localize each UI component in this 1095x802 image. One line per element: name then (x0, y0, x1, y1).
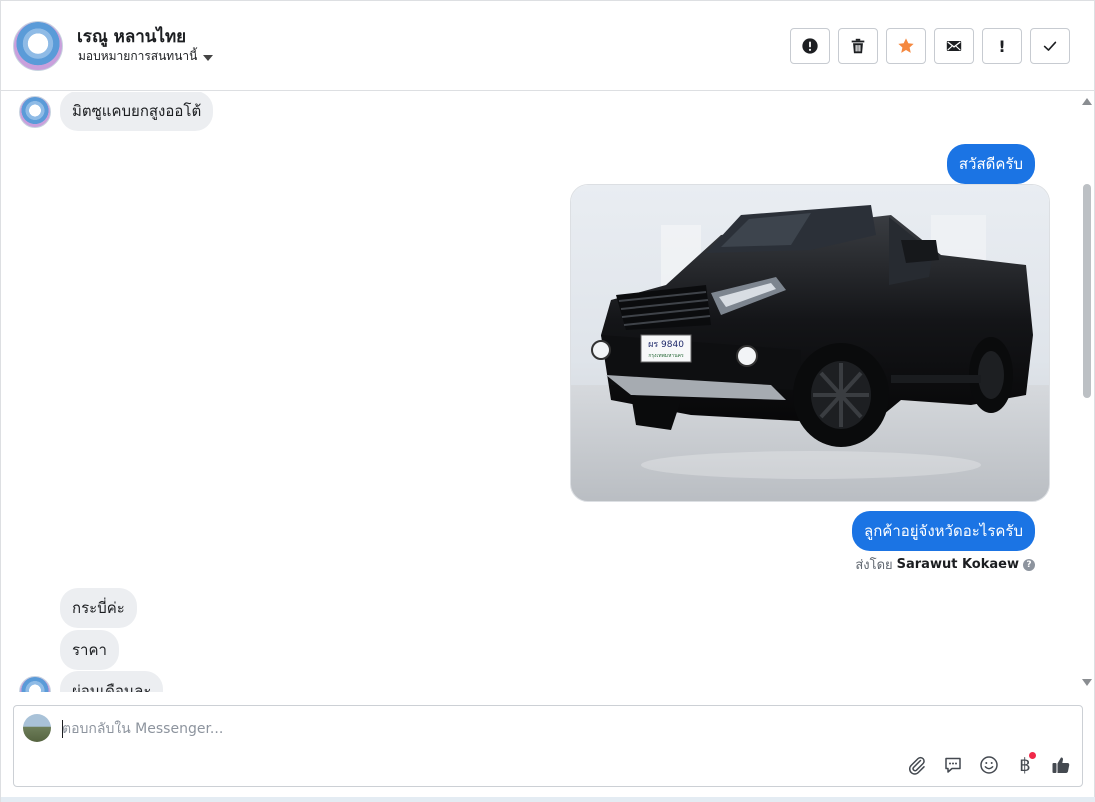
emoji-icon (980, 756, 998, 774)
notification-dot (1029, 752, 1036, 759)
star-button[interactable] (886, 28, 926, 64)
contact-name[interactable]: เรณู หลานไทย (77, 23, 186, 50)
mark-unread-button[interactable] (934, 28, 974, 64)
report-spam-button[interactable] (790, 28, 830, 64)
check-icon (1043, 41, 1057, 51)
payment-button[interactable]: ฿ (1014, 752, 1036, 776)
composer-toolbar: ฿ (906, 752, 1072, 776)
reply-input[interactable] (62, 718, 962, 740)
thumbs-up-icon (1052, 757, 1070, 773)
scrollbar-thumb[interactable] (1083, 184, 1091, 398)
exclamation-icon: ! (998, 36, 1006, 56)
pickup-truck-photo: ผร 9840 กรุงเทพมหานคร (571, 185, 1049, 501)
outgoing-message[interactable]: สวัสดีครับ (946, 144, 1035, 184)
mark-done-button[interactable] (1030, 28, 1070, 64)
incoming-message[interactable]: กระบี่ค่ะ (60, 588, 137, 628)
plate-province: กรุงเทพมหานคร (648, 353, 684, 359)
alert-circle-icon (802, 38, 818, 54)
messenger-conversation-panel: เรณู หลานไทย มอบหมายการสนทนานี้ ! มิตซูแ… (0, 0, 1095, 802)
envelope-icon (946, 41, 962, 51)
car-photo-attachment[interactable]: ผร 9840 กรุงเทพมหานคร (570, 184, 1050, 502)
saved-replies-button[interactable] (942, 754, 964, 776)
sent-by-prefix: ส่งโดย (855, 558, 893, 573)
conversation-toolbar: ! (790, 28, 1070, 64)
send-like-button[interactable] (1050, 754, 1072, 776)
assign-label: มอบหมายการสนทนานี้ (78, 49, 198, 63)
thread-scrollbar[interactable] (1079, 92, 1095, 692)
scroll-up-arrow-icon[interactable] (1082, 98, 1092, 105)
saved-replies-icon (945, 757, 961, 773)
reply-composer: ฿ (13, 705, 1083, 787)
contact-avatar-small (19, 96, 51, 128)
conversation-header: เรณู หลานไทย มอบหมายการสนทนานี้ ! (1, 1, 1094, 91)
incoming-message[interactable]: ผ่อนเดือนละ (60, 671, 164, 692)
text-cursor (62, 720, 63, 738)
help-icon[interactable]: ? (1023, 558, 1035, 571)
contact-avatar[interactable] (13, 21, 63, 71)
assign-conversation-dropdown[interactable]: มอบหมายการสนทนานี้ (78, 47, 214, 66)
plate-number: ผร 9840 (648, 340, 684, 350)
contact-avatar-small (19, 676, 51, 692)
sender-name[interactable]: Sarawut Kokaew (897, 557, 1019, 572)
page-avatar (23, 714, 51, 742)
delete-button[interactable] (838, 28, 878, 64)
attach-file-button[interactable] (906, 754, 928, 776)
sent-by-label: ส่งโดย Sarawut Kokaew ? (855, 554, 1035, 575)
outgoing-message[interactable]: ลูกค้าอยู่จังหวัดอะไรครับ (852, 511, 1035, 551)
trash-icon (851, 38, 865, 54)
message-thread[interactable]: มิตซูแคบยกสูงออโต้ สวัสดีครับ ผร 9840 กร… (1, 92, 1079, 692)
incoming-message[interactable]: มิตซูแคบยกสูงออโต้ (60, 92, 214, 131)
star-icon (898, 38, 914, 53)
bottom-edge (1, 797, 1095, 802)
chevron-down-icon (203, 54, 214, 61)
scroll-down-arrow-icon[interactable] (1082, 679, 1092, 686)
incoming-message[interactable]: ราคา (60, 630, 119, 670)
emoji-button[interactable] (978, 754, 1000, 776)
follow-up-button[interactable]: ! (982, 28, 1022, 64)
paperclip-icon (909, 756, 925, 775)
